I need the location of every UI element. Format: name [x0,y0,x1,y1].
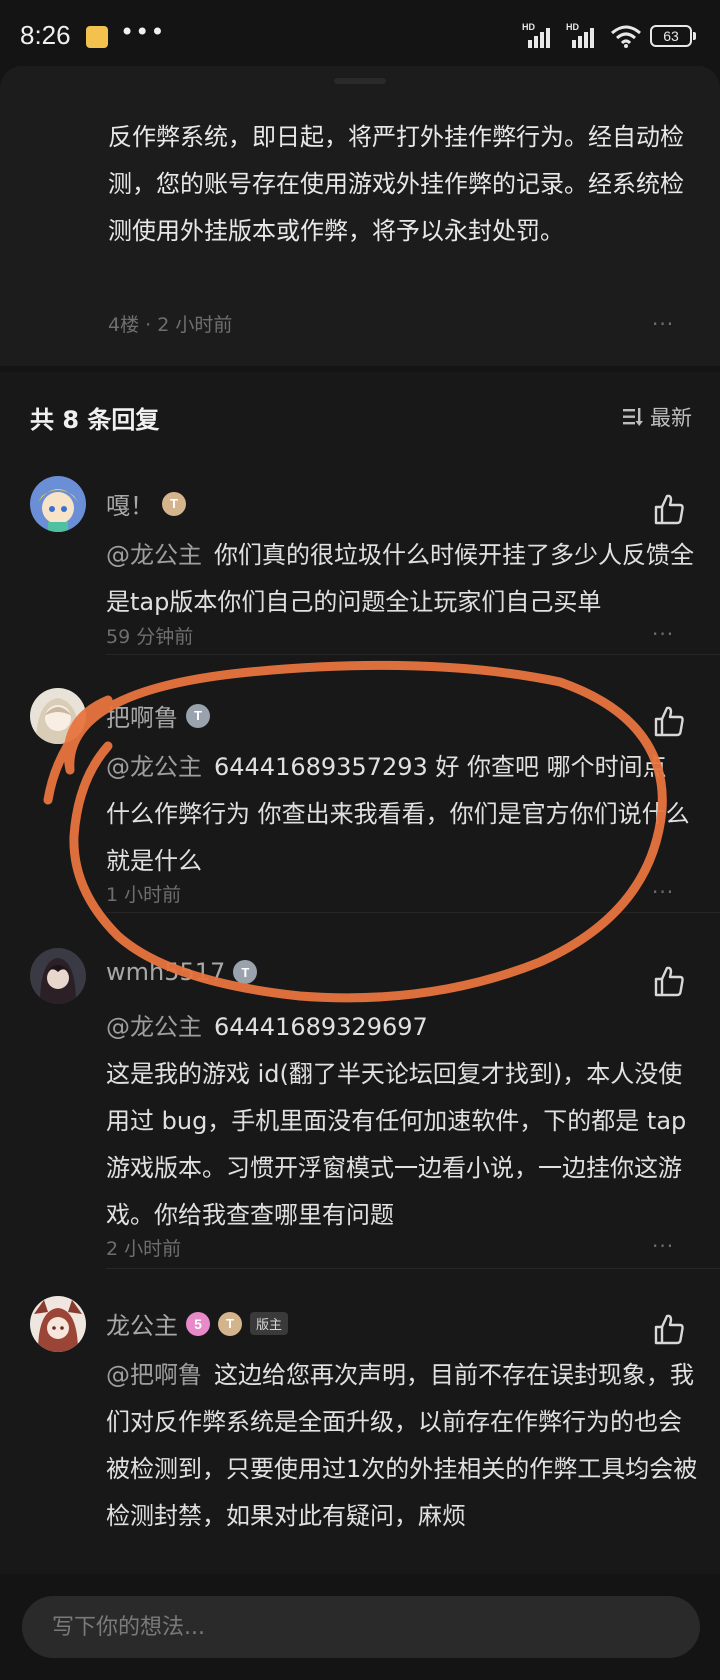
reply-author-name[interactable]: 龙公主 [106,1306,178,1341]
post-card: 反作弊系统，即日起，将严打外挂作弊行为。经自动检测，您的账号存在使用游戏外挂作弊… [0,66,720,366]
tap-badge-icon: T [186,703,210,728]
comment-input[interactable] [22,1596,700,1658]
reply-author-row: 龙公主 5 T 版主 [106,1306,289,1341]
reply-item: wmh5517 T @龙公主 64441689329697 这是我的游戏 id(翻… [0,948,720,1260]
reply-panel: 共 8 条回复 最新 嘎！ T @龙公主 你们真的很垃圾什么时候开挂了多少人反馈… [0,372,720,1680]
more-options-icon[interactable]: ··· [652,312,674,336]
reply-author-name[interactable]: 把啊鲁 [106,698,178,733]
reply-mention[interactable]: @龙公主 [106,753,202,781]
more-notifications-icon: ••• [120,18,166,46]
moderator-badge: 版主 [250,1312,289,1335]
reply-time: 2 小时前 [106,1238,182,1260]
battery-icon: 63 [650,25,696,47]
wifi-icon [611,25,641,48]
reply-text: @龙公主 你们真的很垃圾什么时候开挂了多少人反馈全是tap版本你们自己的问题全让玩… [106,532,698,626]
status-time: 8:26 [20,20,71,50]
avatar[interactable] [30,476,86,532]
reply-mention[interactable]: @龙公主 [106,1013,202,1041]
post-text: 反作弊系统，即日起，将严打外挂作弊行为。经自动检测，您的账号存在使用游戏外挂作弊… [108,123,684,245]
reply-item: 把啊鲁 T @龙公主 64441689357293 好 你查吧 哪个时间点 什么作… [0,688,720,906]
reply-text: @龙公主 64441689357293 好 你查吧 哪个时间点 什么作弊行为 你查… [106,744,698,885]
reply-text: @龙公主 64441689329697 这是我的游戏 id(翻了半天论坛回复才找到… [106,1004,698,1239]
tap-badge-icon: T [162,491,186,516]
reply-item: 龙公主 5 T 版主 @把啊鲁 这边给您再次声明，目前不存在误封现象，我们对反作弊… [0,1296,720,1596]
drag-handle[interactable] [334,78,386,84]
status-bar: 8:26 ••• HD HD 63 [0,0,720,72]
comment-input-bar [0,1574,720,1680]
thumbs-up-icon[interactable] [652,964,686,998]
reply-text: @把啊鲁 这边给您再次声明，目前不存在误封现象，我们对反作弊系统是全面升级，以前存… [106,1352,698,1540]
more-options-icon[interactable]: ··· [652,880,674,904]
status-icons: HD HD 63 [522,22,696,48]
reply-author-row: 嘎！ T [106,486,186,521]
reply-author-name[interactable]: wmh5517 [106,958,225,986]
sort-label: 最新 [650,406,692,430]
more-options-icon[interactable]: ··· [652,622,674,646]
divider [106,654,720,655]
reply-mention[interactable]: @把啊鲁 [106,1361,202,1389]
avatar[interactable] [30,688,86,744]
sort-toggle[interactable]: 最新 [622,402,692,432]
reply-count-title: 共 8 条回复 [30,406,160,434]
level-badge-icon: 5 [186,1311,210,1336]
reply-content: 64441689329697 这是我的游戏 id(翻了半天论坛回复才找到)，本人… [106,1013,687,1229]
signal-icon: HD [522,22,558,48]
sort-icon [623,408,643,426]
thumbs-up-icon[interactable] [652,704,686,738]
reply-time: 1 小时前 [106,884,182,906]
tap-badge-icon: T [233,960,258,984]
tap-badge-icon: T [218,1311,242,1336]
thumbs-up-icon[interactable] [652,1312,686,1346]
reply-author-row: wmh5517 T [106,958,258,986]
reply-author-row: 把啊鲁 T [106,698,210,733]
thumbs-up-icon[interactable] [652,492,686,526]
battery-level: 63 [663,28,679,44]
notes-app-icon [86,26,108,48]
signal-icon: HD [566,22,602,48]
reply-mention[interactable]: @龙公主 [106,541,202,569]
divider [106,1268,720,1269]
divider [106,912,720,913]
avatar[interactable] [30,1296,86,1352]
avatar[interactable] [30,948,86,1004]
reply-author-name[interactable]: 嘎！ [106,486,154,521]
reply-item: 嘎！ T @龙公主 你们真的很垃圾什么时候开挂了多少人反馈全是tap版本你们自己的… [0,476,720,648]
more-options-icon[interactable]: ··· [652,1234,674,1258]
reply-time: 59 分钟前 [106,626,194,648]
post-meta: 4楼 · 2 小时前 [108,314,233,336]
